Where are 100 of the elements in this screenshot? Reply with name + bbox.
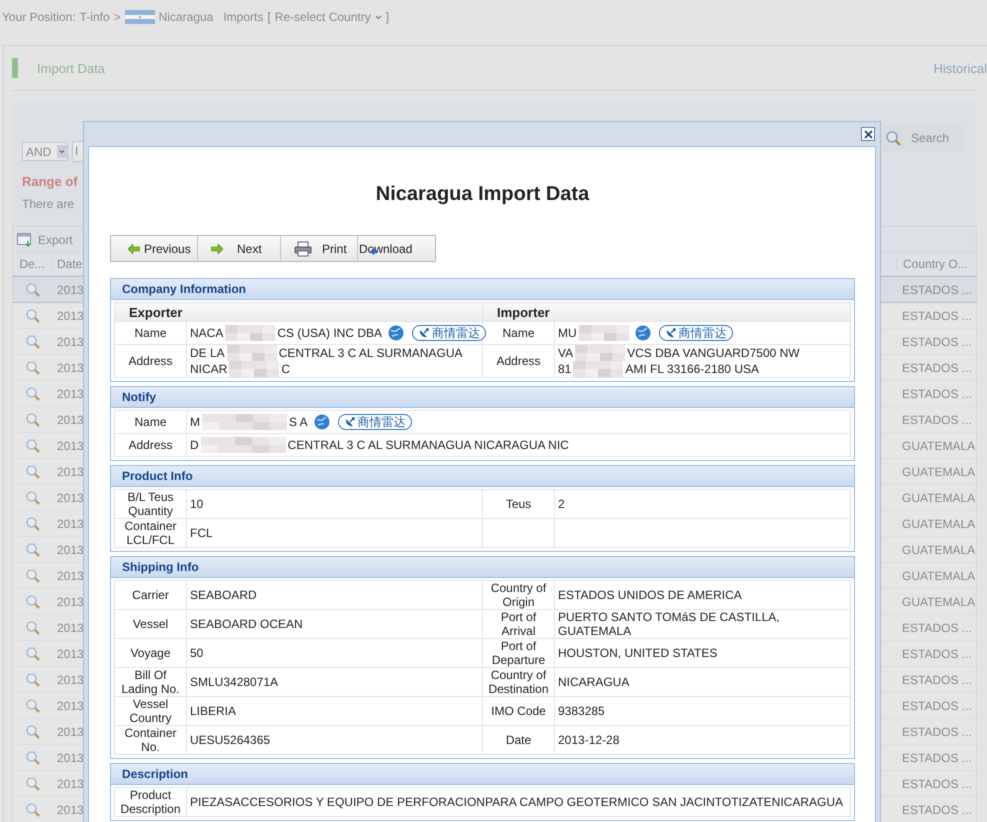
magnifier-icon[interactable] (24, 516, 40, 532)
magnifier-icon[interactable] (24, 646, 40, 662)
field-value: 2 (558, 497, 565, 511)
magnifier-icon[interactable] (24, 464, 40, 480)
field-value: SEABOARD (190, 588, 257, 602)
bracket: ] (386, 10, 390, 24)
total-text: There are (22, 197, 76, 211)
caret-icon (57, 142, 67, 161)
printer-icon (294, 240, 312, 256)
field-label: Date (506, 733, 532, 747)
magnifier-icon[interactable] (24, 542, 40, 558)
reselect-country-link[interactable]: Re-select Country (274, 10, 371, 24)
field-label: Name (482, 322, 554, 344)
breadcrumb-link[interactable]: T-info (80, 10, 110, 24)
magnifier-icon[interactable] (24, 802, 40, 818)
download-icon (370, 248, 377, 255)
magnifier-icon[interactable] (24, 308, 40, 324)
table-cell-text: 2013 (56, 386, 84, 400)
table-cell-text: 2013 (56, 464, 84, 478)
globe-icon[interactable] (388, 325, 404, 341)
magnifier-icon[interactable] (24, 724, 40, 740)
table-cell-text: ESTADOS ... (901, 620, 973, 634)
field-value: NICAR (190, 362, 228, 376)
field-label: Country of Origin (490, 581, 546, 609)
download-button[interactable]: Download (358, 236, 412, 261)
magnifier-icon[interactable] (24, 386, 40, 402)
table-cell-text: 2013 (56, 776, 84, 790)
field-value: ESTADOS UNIDOS DE AMERICA (558, 588, 742, 602)
field-label: Port of Departure (492, 639, 546, 667)
export-button[interactable]: Export (17, 232, 73, 246)
magnifier-icon[interactable] (24, 282, 40, 298)
field-value: VCS DBA VANGUARD7500 NW (627, 346, 800, 360)
field-value: UESU5264365 (190, 733, 270, 747)
magnifier-icon[interactable] (24, 776, 40, 792)
column-header[interactable]: De... (13, 257, 52, 271)
range-label: Range of (22, 174, 79, 189)
magnifier-icon[interactable] (24, 672, 40, 688)
table-cell-text: GUATEMALA (901, 490, 976, 504)
magnifier-icon[interactable] (24, 360, 40, 376)
field-value: CENTRAL 3 C AL SURMANAGUA (278, 346, 463, 360)
field-value: M (190, 415, 200, 429)
next-button[interactable]: Next (198, 236, 281, 261)
magnifier-icon[interactable] (24, 620, 40, 636)
print-button[interactable]: Print (281, 236, 358, 261)
search-button[interactable]: Search (880, 125, 963, 151)
table-cell-text: ESTADOS ... (901, 334, 973, 348)
section-header: Product Info (111, 466, 854, 487)
table-cell-text: 2013 (56, 698, 84, 712)
field-value: LIBERIA (190, 704, 236, 718)
radar-button[interactable]: 商情雷达 (658, 325, 733, 341)
magnifier-icon[interactable] (24, 568, 40, 584)
table-cell-text: 2013 (56, 802, 84, 816)
magnifier-icon[interactable] (24, 334, 40, 350)
column-header[interactable]: Country O... (896, 257, 976, 271)
field-label: Name (114, 410, 186, 434)
historical-link[interactable]: Historical (934, 60, 987, 76)
magnifier-icon[interactable] (24, 594, 40, 610)
table-cell-text: GUATEMALA (901, 542, 976, 556)
table-cell-text: 2013 (56, 542, 84, 556)
table-cell-text: 2013 (56, 724, 84, 738)
table-cell-text: ESTADOS ... (901, 672, 973, 686)
magnifier-icon[interactable] (24, 438, 40, 454)
field-value: FCL (190, 526, 213, 540)
table-cell-text: GUATEMALA (901, 438, 976, 452)
close-button[interactable] (861, 127, 875, 141)
field-value: NACA (190, 326, 224, 340)
magnifier-icon[interactable] (24, 750, 40, 766)
field-value: 81 (558, 362, 572, 376)
table-cell-text: GUATEMALA (901, 568, 976, 582)
magnifier-icon[interactable] (24, 490, 40, 506)
table-cell-text: 2013 (56, 360, 84, 374)
dialog-title: Nicaragua Import Data (374, 182, 590, 207)
field-label: Product Description (120, 788, 181, 816)
previous-button[interactable]: Previous (111, 236, 198, 261)
section-name: Imports (223, 10, 264, 24)
breadcrumb-prefix: Your Position: (2, 10, 76, 24)
field-value: HOUSTON, UNITED STATES (558, 646, 718, 660)
table-cell-text: GUATEMALA (901, 516, 976, 530)
accent-bar (12, 58, 18, 78)
magnifier-icon[interactable] (24, 412, 40, 428)
field-value: CS (USA) INC DBA (277, 326, 382, 340)
field-value: VA (558, 346, 574, 360)
magnifier-icon[interactable] (24, 698, 40, 714)
radar-button[interactable]: 商情雷达 (338, 414, 412, 430)
field-value: DE LA (190, 346, 225, 360)
logic-select[interactable]: AND (22, 142, 68, 161)
globe-icon[interactable] (314, 414, 330, 430)
field-label: Country of Destination (488, 668, 549, 696)
field-value: PUERTO SANTO TOMáS DE CASTILLA, GUATEMALA (558, 610, 780, 638)
globe-icon[interactable] (634, 325, 651, 341)
radar-button[interactable]: 商情雷达 (412, 325, 486, 341)
column-header[interactable]: Date (52, 257, 82, 271)
table-cell-text: ESTADOS ... (901, 386, 973, 400)
field-value: PIEZASACCESORIOS Y EQUIPO DE PERFORACIONPARA CAMPO GEOTERMICO SAN JACINTOTIZATENICARAGUA (190, 795, 843, 809)
search-icon (884, 130, 902, 146)
field-value: SEABOARD OCEAN (190, 617, 303, 631)
right-arrow-icon (211, 244, 223, 254)
table-cell-text: 2013 (56, 594, 84, 608)
table-cell-text: 2013 (56, 646, 84, 660)
field-value: S A (289, 415, 308, 429)
